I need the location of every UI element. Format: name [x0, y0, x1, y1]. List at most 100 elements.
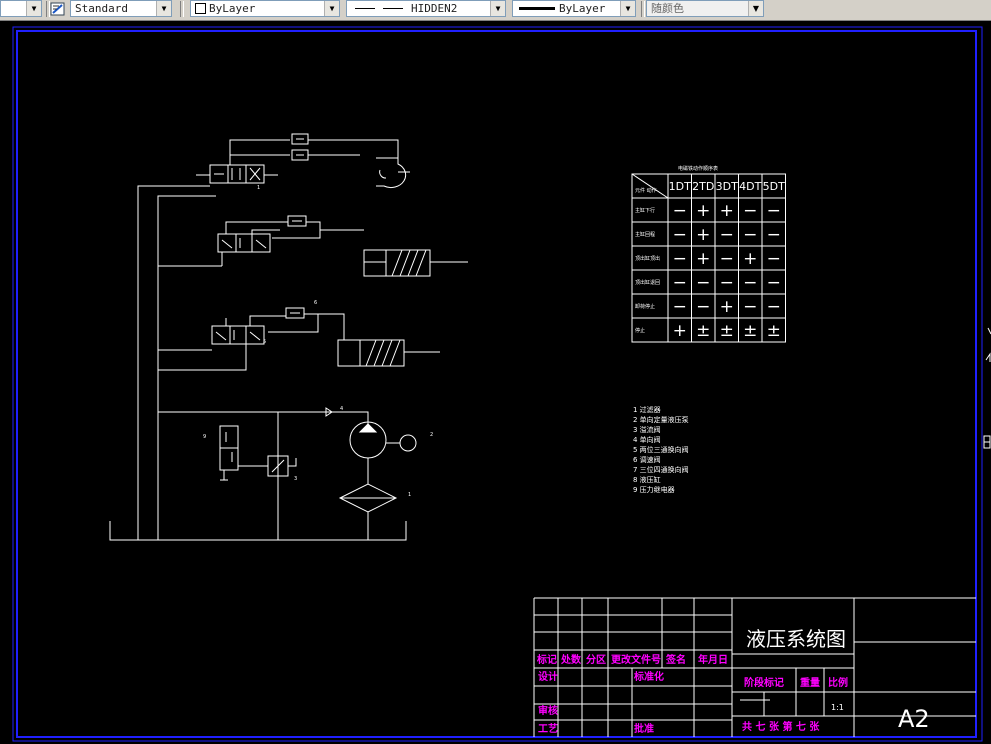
- table-row-label: 停止: [635, 327, 645, 334]
- table-cell: −: [767, 201, 781, 221]
- text-style-value: Standard: [75, 2, 128, 15]
- chevron-down-icon[interactable]: ▼: [26, 1, 41, 16]
- table-corner-diagonal: [631, 173, 669, 199]
- svg-text:6: 6: [314, 300, 317, 306]
- table-cell: −: [767, 249, 781, 269]
- table-cell: −: [743, 273, 757, 293]
- table-corner-label: 元件 动作: [635, 187, 657, 194]
- table-cell: +: [696, 249, 710, 269]
- color-dropdown[interactable]: ByLayer ▼: [190, 0, 340, 17]
- text-style-icon[interactable]: [50, 1, 67, 17]
- process-label: 工艺: [538, 722, 558, 735]
- header-change-doc: 更改文件号: [611, 653, 661, 666]
- parts-list-item: 4 单向阀: [633, 435, 661, 444]
- parts-list-item: 8 液压缸: [633, 475, 661, 484]
- chevron-down-icon[interactable]: ▼: [748, 1, 763, 16]
- table-cell: −: [743, 201, 757, 221]
- svg-text:1: 1: [408, 492, 411, 498]
- table-row-label: 主缸下行: [635, 207, 655, 214]
- sheet-size: A2: [898, 705, 930, 733]
- parts-list-item: 1 过滤器: [633, 405, 661, 414]
- toolbar-separator: [180, 1, 184, 17]
- table-cell: +: [743, 249, 757, 269]
- color-swatch-icon: [195, 3, 206, 14]
- parts-list-item: 7 三位四通换向阀: [633, 465, 689, 474]
- table-column-header: 1DT: [669, 180, 691, 193]
- table-caption: 电磁铁动作顺序表: [678, 165, 718, 172]
- first-dropdown[interactable]: ▼: [0, 0, 42, 17]
- color-value: ByLayer: [209, 2, 256, 15]
- header-date: 年月日: [698, 653, 728, 666]
- svg-text:4: 4: [340, 406, 343, 412]
- svg-text:3: 3: [294, 476, 297, 482]
- table-cell: +: [696, 225, 710, 245]
- table-cell: −: [673, 297, 687, 317]
- design-label: 设计: [538, 670, 558, 683]
- drawing-canvas[interactable]: 1 6 4 5 9 3 2 1 电磁铁动作顺序表 元件 动作 1DT 2TD 3DT 4DT 5DT…: [0, 21, 991, 744]
- table-cell: ±: [696, 321, 710, 341]
- table-cell: +: [696, 201, 710, 221]
- table-cell: −: [743, 297, 757, 317]
- table-cell: ±: [743, 321, 757, 341]
- solenoid-action-table: 电磁铁动作顺序表 元件 动作 1DT 2TD 3DT 4DT 5DT主缸下行 − + + − −主缸…: [631, 165, 786, 343]
- standardize-label: 标准化: [633, 670, 664, 683]
- chevron-down-icon[interactable]: ▼: [620, 1, 635, 16]
- chevron-down-icon[interactable]: ▼: [156, 1, 171, 16]
- svg-text:1: 1: [257, 185, 260, 191]
- weight-label: 重量: [800, 676, 820, 689]
- scale-value: 1:1: [831, 703, 844, 712]
- table-column-header: 4DT: [739, 180, 761, 193]
- table-cell: +: [720, 201, 734, 221]
- dashed-line-icon: [351, 1, 411, 16]
- table-cell: +: [673, 321, 687, 341]
- table-cell: −: [767, 225, 781, 245]
- plot-style-dropdown[interactable]: 随颜色 ▼: [646, 0, 764, 17]
- table-cell: −: [720, 249, 734, 269]
- svg-text:2: 2: [430, 432, 433, 438]
- table-row-label: 顶出缸顶出: [635, 255, 660, 262]
- header-count: 处数: [560, 653, 582, 666]
- lineweight-value: ByLayer: [559, 2, 606, 15]
- table-row-label: 顶出缸退回: [635, 279, 660, 286]
- linetype-value: HIDDEN2: [411, 2, 458, 15]
- table-cell: +: [720, 297, 734, 317]
- table-column-header: 5DT: [763, 180, 785, 193]
- sheet-count-label: 共 七 张 第 七 张: [742, 720, 820, 733]
- scale-label: 比例: [828, 676, 848, 689]
- toolbar-separator: [641, 1, 645, 17]
- properties-toolbar: ▼ Standard ▼ ByLayer ▼ HIDDEN2 ▼ ByLayer…: [0, 0, 991, 21]
- lineweight-dropdown[interactable]: ByLayer ▼: [512, 0, 636, 17]
- text-style-dropdown[interactable]: Standard ▼: [70, 0, 172, 17]
- approve-label: 批准: [634, 722, 654, 735]
- plot-style-value: 随颜色: [651, 2, 684, 15]
- svg-text:9: 9: [203, 434, 206, 440]
- parts-list: 1 过滤器2 单向定量液压泵3 溢流阀4 单向阀5 两位三通换向阀6 调速阀7 …: [633, 405, 689, 494]
- header-mark: 标记: [536, 653, 557, 666]
- parts-list-item: 3 溢流阀: [633, 425, 661, 434]
- table-cell: ±: [767, 321, 781, 341]
- table-column-header: 2TD: [692, 180, 714, 193]
- title-block: 标记 处数 分区 更改文件号 签名 年月日 设计 标准化 审核 工艺 批准 阶段…: [533, 597, 976, 737]
- review-label: 审核: [538, 704, 558, 717]
- linetype-dropdown[interactable]: HIDDEN2 ▼: [346, 0, 506, 17]
- table-cell: −: [743, 225, 757, 245]
- hydraulic-schematic: [109, 133, 468, 541]
- table-cell: −: [696, 297, 710, 317]
- table-row-label: 主缸回程: [635, 231, 655, 238]
- table-row-label: 卸荷停止: [635, 303, 655, 310]
- chevron-down-icon[interactable]: ▼: [324, 1, 339, 16]
- stage-mark-label: 阶段标记: [744, 676, 784, 689]
- parts-list-item: 2 单向定量液压泵: [633, 415, 689, 424]
- table-cell: −: [673, 225, 687, 245]
- header-signature: 签名: [665, 653, 686, 666]
- drawing-title: 液压系统图: [746, 627, 846, 651]
- table-cell: −: [720, 225, 734, 245]
- table-cell: −: [767, 297, 781, 317]
- table-cell: −: [696, 273, 710, 293]
- table-cell: ±: [720, 321, 734, 341]
- chevron-down-icon[interactable]: ▼: [490, 1, 505, 16]
- clipped-glyphs: [983, 327, 991, 449]
- parts-list-item: 9 压力继电器: [633, 485, 675, 494]
- parts-list-item: 5 两位三通换向阀: [633, 445, 689, 454]
- svg-text:5: 5: [263, 339, 266, 345]
